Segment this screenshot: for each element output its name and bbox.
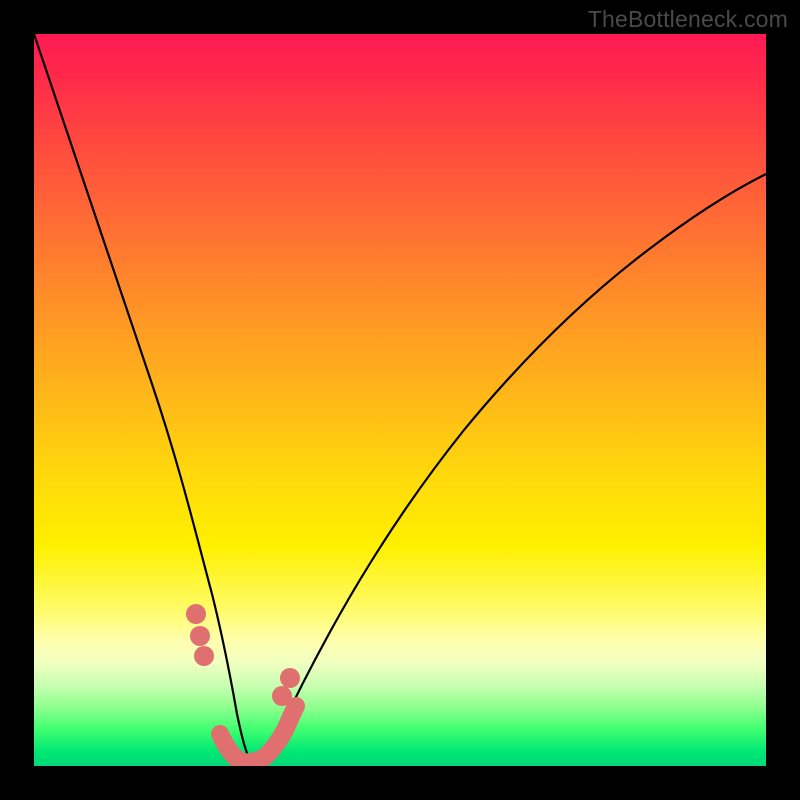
marker-dot [272, 686, 292, 706]
marker-dot [190, 626, 210, 646]
plot-area [34, 34, 766, 766]
chart-frame: TheBottleneck.com [0, 0, 800, 800]
marker-dot [194, 646, 214, 666]
marker-valley [220, 706, 296, 762]
curve-layer [34, 34, 766, 766]
watermark-text: TheBottleneck.com [588, 6, 788, 33]
marker-dot [186, 604, 206, 624]
marker-dot [280, 668, 300, 688]
bottleneck-curve [34, 34, 766, 765]
